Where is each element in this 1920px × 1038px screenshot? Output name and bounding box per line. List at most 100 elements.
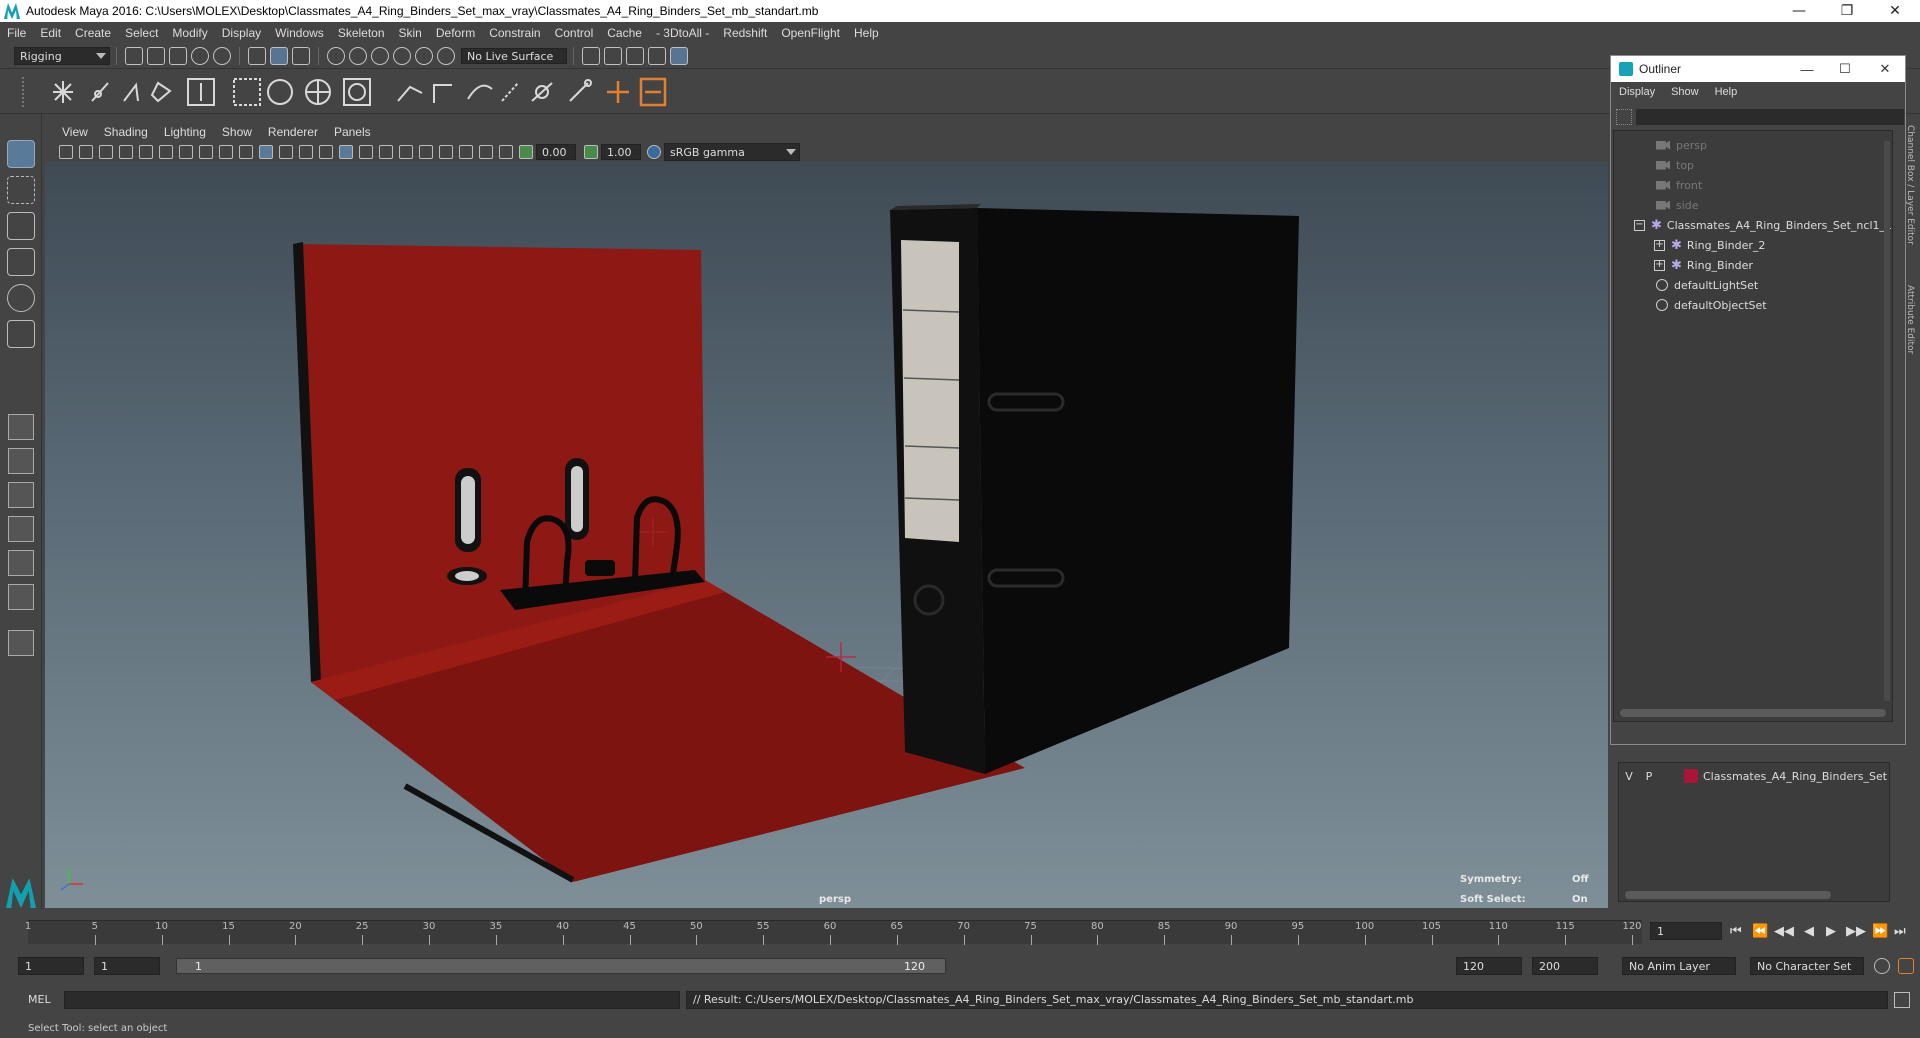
- menuset-dropdown[interactable]: Rigging: [14, 47, 110, 65]
- select-component-icon[interactable]: [292, 47, 310, 65]
- image-plane-icon[interactable]: [99, 145, 113, 159]
- step-forward-key-button[interactable]: ⏩: [1872, 924, 1888, 939]
- tab-attribute-editor[interactable]: Attribute Editor: [1905, 285, 1915, 354]
- outliner-menu-display[interactable]: Display: [1611, 86, 1663, 98]
- script-editor-icon[interactable]: [1894, 992, 1910, 1008]
- select-object-icon[interactable]: [270, 47, 288, 65]
- isolate-select-icon[interactable]: [439, 145, 453, 159]
- xray-joints-icon[interactable]: [479, 145, 493, 159]
- start-time-field[interactable]: 1: [18, 957, 84, 975]
- scale-tool-icon[interactable]: [7, 320, 35, 348]
- expand-icon[interactable]: +: [1654, 239, 1665, 251]
- menu-skin[interactable]: Skin: [392, 26, 429, 40]
- display-layer-row[interactable]: V P Classmates_A4_Ring_Binders_Set: [1619, 767, 1887, 785]
- anim-layer-dropdown[interactable]: No Anim Layer: [1622, 957, 1736, 975]
- step-back-key-button[interactable]: ⏪: [1752, 924, 1768, 939]
- two-pane-stacked-layout-icon[interactable]: [8, 516, 34, 542]
- menu-help[interactable]: Help: [847, 26, 886, 40]
- list-item[interactable]: top: [1656, 155, 1694, 175]
- menu-constrain[interactable]: Constrain: [482, 26, 547, 40]
- menu-3dtoall[interactable]: - 3DtoAll -: [649, 26, 716, 40]
- outliner-titlebar[interactable]: Outliner — ☐ ✕: [1611, 56, 1905, 82]
- panel-menu-show[interactable]: Show: [214, 125, 260, 139]
- rotate-tool-icon[interactable]: [7, 284, 35, 312]
- render-frame-icon[interactable]: [604, 47, 622, 65]
- lasso-tool-icon[interactable]: [7, 176, 35, 204]
- snap-point-icon[interactable]: [371, 47, 389, 65]
- current-frame-field[interactable]: 1: [1650, 922, 1722, 940]
- minimize-button[interactable]: —: [1776, 0, 1822, 22]
- snap-surface-icon[interactable]: [415, 47, 433, 65]
- collapse-icon[interactable]: −: [1634, 219, 1645, 231]
- menu-control[interactable]: Control: [548, 26, 601, 40]
- list-item[interactable]: defaultObjectSet: [1656, 295, 1767, 315]
- safe-action-icon[interactable]: [219, 145, 233, 159]
- wireframe-on-shaded-icon[interactable]: [279, 145, 293, 159]
- menu-openflight[interactable]: OpenFlight: [774, 26, 847, 40]
- menu-select[interactable]: Select: [118, 26, 165, 40]
- panel-menu-renderer[interactable]: Renderer: [260, 125, 326, 139]
- single-pane-layout-icon[interactable]: [8, 414, 34, 440]
- list-item[interactable]: + ✱ Ring_Binder_2: [1654, 235, 1765, 255]
- layer-visibility-toggle[interactable]: V: [1619, 770, 1639, 783]
- use-all-lights-icon[interactable]: [319, 145, 333, 159]
- play-backward-button[interactable]: ◀: [1804, 924, 1814, 939]
- render-view-icon[interactable]: [582, 47, 600, 65]
- menu-edit[interactable]: Edit: [33, 26, 68, 40]
- redo-icon[interactable]: [213, 47, 231, 65]
- magnet-icon[interactable]: [437, 47, 455, 65]
- camera-attributes-icon[interactable]: [59, 145, 73, 159]
- outliner-menu-help[interactable]: Help: [1707, 86, 1746, 98]
- menu-modify[interactable]: Modify: [165, 26, 214, 40]
- film-gate-icon[interactable]: [139, 145, 153, 159]
- resolution-gate-icon[interactable]: [159, 145, 173, 159]
- live-surface-field[interactable]: No Live Surface: [461, 48, 567, 64]
- panel-menu-lighting[interactable]: Lighting: [156, 125, 214, 139]
- textured-icon[interactable]: [299, 145, 313, 159]
- menu-deform[interactable]: Deform: [429, 26, 482, 40]
- step-back-frame-button[interactable]: ◀◀: [1774, 924, 1794, 939]
- select-tool-icon[interactable]: [7, 140, 35, 168]
- panel-menu-view[interactable]: View: [54, 125, 96, 139]
- go-to-end-button[interactable]: ⏭: [1894, 924, 1906, 939]
- perspective-viewport[interactable]: persp Symmetry: Off Soft Select: On: [45, 162, 1608, 908]
- layer-h-scrollbar[interactable]: [1625, 891, 1831, 899]
- undo-icon[interactable]: [191, 47, 209, 65]
- wireframe-icon[interactable]: [239, 145, 253, 159]
- smooth-shade-icon[interactable]: [259, 145, 273, 159]
- field-chart-icon[interactable]: [199, 145, 213, 159]
- motion-blur-icon[interactable]: [379, 145, 393, 159]
- layer-color-swatch[interactable]: [1684, 769, 1698, 783]
- menu-file[interactable]: File: [0, 26, 33, 40]
- multisample-aa-icon[interactable]: [399, 145, 413, 159]
- character-set-dropdown[interactable]: No Character Set: [1750, 957, 1864, 975]
- two-pane-side-layout-icon[interactable]: [8, 482, 34, 508]
- anim-end-field[interactable]: 120: [1456, 957, 1522, 975]
- menu-windows[interactable]: Windows: [268, 26, 331, 40]
- command-input[interactable]: [64, 991, 680, 1009]
- snap-curve-icon[interactable]: [349, 47, 367, 65]
- xray-icon[interactable]: [459, 145, 473, 159]
- snap-view-plane-icon[interactable]: [393, 47, 411, 65]
- outliner-persp-layout-icon[interactable]: [8, 550, 34, 576]
- menu-create[interactable]: Create: [68, 26, 118, 40]
- layout-options-icon[interactable]: [8, 630, 34, 656]
- close-button[interactable]: ✕: [1872, 0, 1918, 22]
- layer-playback-toggle[interactable]: P: [1639, 770, 1659, 783]
- outliner-h-scrollbar[interactable]: [1620, 709, 1886, 717]
- go-to-start-button[interactable]: ⏮: [1730, 924, 1742, 939]
- exposure-field[interactable]: 0.00: [536, 144, 576, 160]
- open-scene-icon[interactable]: [147, 47, 165, 65]
- restore-button[interactable]: ❐: [1824, 0, 1870, 22]
- depth-of-field-icon[interactable]: [419, 145, 433, 159]
- expand-icon[interactable]: +: [1654, 259, 1665, 271]
- outliner-minimize-button[interactable]: —: [1789, 56, 1825, 82]
- new-scene-icon[interactable]: [125, 47, 143, 65]
- render-settings-icon[interactable]: [648, 47, 666, 65]
- graph-persp-layout-icon[interactable]: [8, 584, 34, 610]
- move-tool-icon[interactable]: [7, 248, 35, 276]
- snap-grid-icon[interactable]: [327, 47, 345, 65]
- xray-components-icon[interactable]: [499, 145, 513, 159]
- save-scene-icon[interactable]: [169, 47, 187, 65]
- panel-menu-shading[interactable]: Shading: [96, 125, 156, 139]
